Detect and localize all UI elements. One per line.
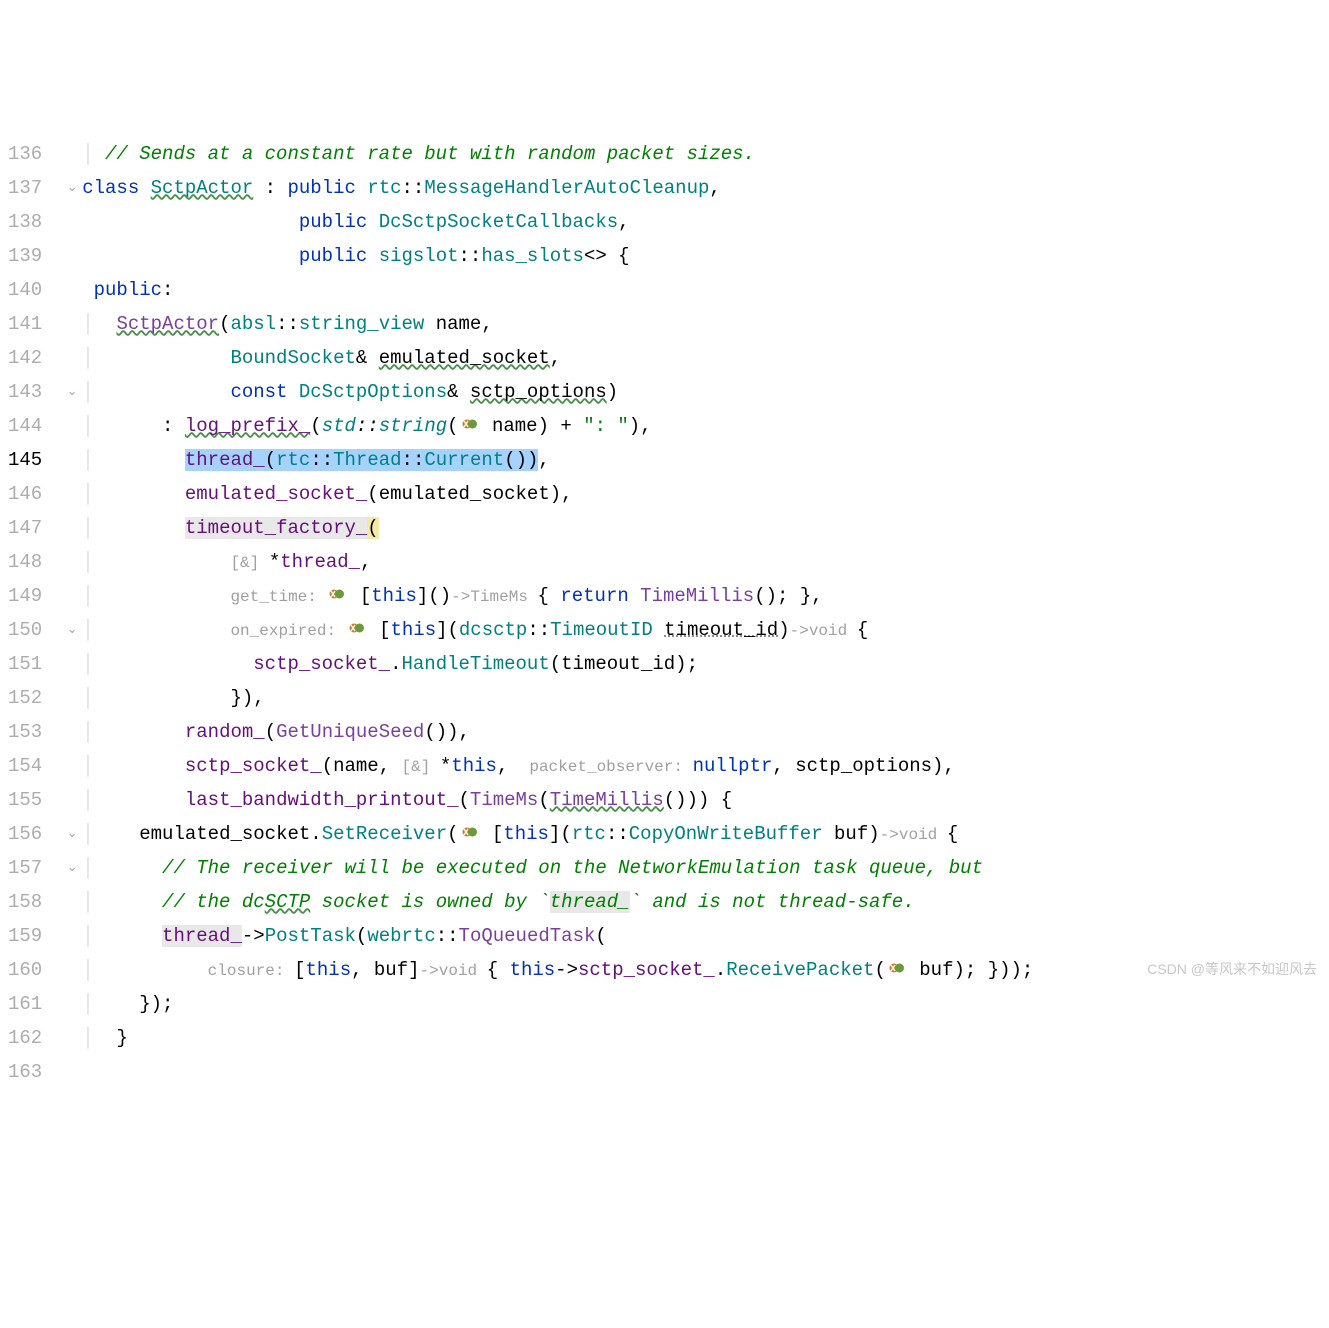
lambda-icon: [461, 415, 479, 433]
fold-marker[interactable]: [62, 511, 82, 545]
lambda-icon: [461, 823, 479, 841]
fold-marker[interactable]: [62, 885, 82, 919]
code-line[interactable]: │ emulated_socket_(emulated_socket),: [82, 477, 1329, 511]
line-number: 155: [8, 783, 42, 817]
line-number: 149: [8, 579, 42, 613]
code-line[interactable]: │ get_time: [this]()->TimeMs { return Ti…: [82, 579, 1329, 613]
fold-marker[interactable]: [62, 681, 82, 715]
fold-marker[interactable]: [62, 443, 82, 477]
line-number: 159: [8, 919, 42, 953]
fold-marker[interactable]: [62, 137, 82, 171]
line-number: 157: [8, 851, 42, 885]
fold-marker[interactable]: [62, 307, 82, 341]
code-line[interactable]: │ sctp_socket_.HandleTimeout(timeout_id)…: [82, 647, 1329, 681]
lambda-icon: [888, 959, 906, 977]
fold-marker[interactable]: [62, 205, 82, 239]
fold-marker[interactable]: [62, 239, 82, 273]
code-line[interactable]: │ sctp_socket_(name, [&] *this, packet_o…: [82, 749, 1329, 783]
fold-marker[interactable]: [62, 749, 82, 783]
code-line[interactable]: │ closure: [this, buf]->void { this->sct…: [82, 953, 1329, 987]
fold-marker[interactable]: ⌄: [62, 171, 82, 205]
line-number: 137: [8, 171, 42, 205]
code-line[interactable]: │ timeout_factory_(: [82, 511, 1329, 545]
line-number: 158: [8, 885, 42, 919]
code-line[interactable]: │ }: [82, 1021, 1329, 1055]
line-number: 154: [8, 749, 42, 783]
fold-marker[interactable]: [62, 715, 82, 749]
line-number: 148: [8, 545, 42, 579]
fold-marker[interactable]: [62, 919, 82, 953]
line-number: 161: [8, 987, 42, 1021]
code-line[interactable]: class SctpActor : public rtc::MessageHan…: [82, 171, 1329, 205]
fold-marker[interactable]: [62, 647, 82, 681]
code-line[interactable]: │ thread_->PostTask(webrtc::ToQueuedTask…: [82, 919, 1329, 953]
code-line[interactable]: │ emulated_socket.SetReceiver( [this](rt…: [82, 817, 1329, 851]
code-line[interactable]: public:: [82, 273, 1329, 307]
fold-marker[interactable]: [62, 545, 82, 579]
code-line[interactable]: public DcSctpSocketCallbacks,: [82, 205, 1329, 239]
code-line[interactable]: │ // Sends at a constant rate but with r…: [82, 137, 1329, 171]
code-line[interactable]: │ last_bandwidth_printout_(TimeMs(TimeMi…: [82, 783, 1329, 817]
code-line[interactable]: [82, 1055, 1329, 1089]
line-number: 153: [8, 715, 42, 749]
fold-marker[interactable]: ⌄: [62, 817, 82, 851]
fold-marker[interactable]: [62, 1021, 82, 1055]
line-number: 142: [8, 341, 42, 375]
fold-marker[interactable]: [62, 341, 82, 375]
line-number: 143: [8, 375, 42, 409]
line-number: 140: [8, 273, 42, 307]
lambda-icon: [348, 619, 366, 637]
line-number: 156: [8, 817, 42, 851]
line-number: 163: [8, 1055, 42, 1089]
code-line[interactable]: │ });: [82, 987, 1329, 1021]
fold-marker[interactable]: [62, 1055, 82, 1089]
line-number: 141: [8, 307, 42, 341]
fold-marker[interactable]: ⌄: [62, 613, 82, 647]
code-line[interactable]: │ thread_(rtc::Thread::Current()),: [82, 443, 1329, 477]
fold-marker[interactable]: [62, 953, 82, 987]
code-line[interactable]: │ // the dcSCTP socket is owned by `thre…: [82, 885, 1329, 919]
fold-marker[interactable]: ⌄: [62, 851, 82, 885]
watermark: CSDN @等风来不如迎风去: [1147, 957, 1317, 982]
code-line[interactable]: │ [&] *thread_,: [82, 545, 1329, 579]
line-number: 150: [8, 613, 42, 647]
fold-marker[interactable]: ⌄: [62, 375, 82, 409]
code-line[interactable]: │ const DcSctpOptions& sctp_options): [82, 375, 1329, 409]
line-number: 147: [8, 511, 42, 545]
fold-marker[interactable]: [62, 273, 82, 307]
line-number: 138: [8, 205, 42, 239]
line-number: 162: [8, 1021, 42, 1055]
code-line[interactable]: │ random_(GetUniqueSeed()),: [82, 715, 1329, 749]
fold-marker[interactable]: [62, 783, 82, 817]
line-number: 146: [8, 477, 42, 511]
code-area[interactable]: │ // Sends at a constant rate but with r…: [82, 137, 1329, 1089]
line-number: 144: [8, 409, 42, 443]
code-line[interactable]: │ }),: [82, 681, 1329, 715]
code-line[interactable]: public sigslot::has_slots<> {: [82, 239, 1329, 273]
fold-marker[interactable]: [62, 987, 82, 1021]
line-number: 139: [8, 239, 42, 273]
fold-column[interactable]: ⌄⌄⌄⌄⌄: [62, 137, 82, 1089]
line-number: 151: [8, 647, 42, 681]
code-editor[interactable]: 1361371381391401411421431441451461471481…: [0, 137, 1329, 1089]
fold-marker[interactable]: [62, 409, 82, 443]
fold-marker[interactable]: [62, 579, 82, 613]
line-number: 145: [8, 443, 42, 477]
fold-marker[interactable]: [62, 477, 82, 511]
code-line[interactable]: │ on_expired: [this](dcsctp::TimeoutID t…: [82, 613, 1329, 647]
line-number: 152: [8, 681, 42, 715]
code-line[interactable]: │ BoundSocket& emulated_socket,: [82, 341, 1329, 375]
line-number: 160: [8, 953, 42, 987]
code-line[interactable]: │ SctpActor(absl::string_view name,: [82, 307, 1329, 341]
code-line[interactable]: │ : log_prefix_(std::string( name) + ": …: [82, 409, 1329, 443]
lambda-icon: [328, 585, 346, 603]
line-number: 136: [8, 137, 42, 171]
code-line[interactable]: │ // The receiver will be executed on th…: [82, 851, 1329, 885]
line-number-gutter: 1361371381391401411421431441451461471481…: [0, 137, 62, 1089]
